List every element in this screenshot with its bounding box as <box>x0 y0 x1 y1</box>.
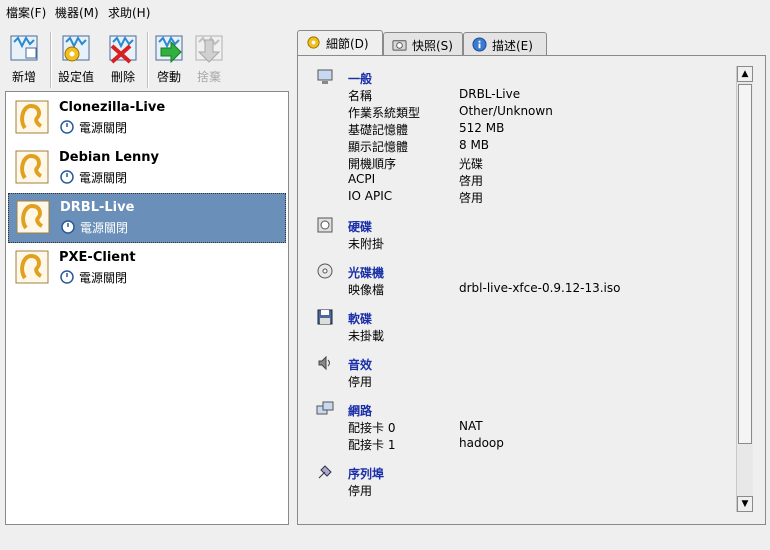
tab-description[interactable]: 描述(E) <box>463 32 547 55</box>
os-other-icon <box>15 250 49 284</box>
section-title: 音效 <box>348 358 373 372</box>
discard-button[interactable]: 捨棄 <box>185 30 233 88</box>
vm-state: 電源關閉 <box>79 121 128 135</box>
section-title: 軟碟 <box>348 312 373 326</box>
os-other-icon <box>16 200 50 234</box>
speaker-icon <box>318 355 330 371</box>
power-off-icon <box>61 220 75 234</box>
vm-list-item[interactable]: PXE-Client 電源關閉 <box>8 244 284 292</box>
new-button[interactable]: 新增 <box>0 30 48 88</box>
start-arrow-icon <box>155 35 183 64</box>
os-other-icon <box>15 100 49 134</box>
section-title: 序列埠 <box>348 467 385 481</box>
tab-snapshots[interactable]: 快照(S) <box>383 32 463 55</box>
camera-icon <box>392 40 407 51</box>
vm-name: DRBL-Live <box>60 200 135 215</box>
scroll-thumb[interactable] <box>738 84 752 444</box>
power-off-icon <box>60 170 74 184</box>
os-other-icon <box>15 150 49 184</box>
serial-port-icon <box>318 465 332 479</box>
network-icon <box>316 401 334 415</box>
tab-details-label: 細節(D) <box>326 37 369 51</box>
hard-disk-icon <box>317 217 333 233</box>
menubar: 檔案(F) 機器(M) 求助(H) <box>0 0 770 22</box>
toolbar: 新增 設定值 刪除 啓動 捨棄 <box>0 28 295 90</box>
details-panel: 一般 名稱 DRBL-Live 作業系統類型 Other/Unknown 基礎記憶體… <box>297 55 766 525</box>
delete-x-icon <box>109 35 137 64</box>
info-icon <box>472 37 487 52</box>
monitor-icon <box>317 69 333 84</box>
section-title: 一般 <box>348 72 373 86</box>
menu-machine[interactable]: 機器(M) <box>55 4 99 21</box>
new-vm-icon <box>10 35 38 61</box>
delete-button[interactable]: 刪除 <box>99 30 147 88</box>
menu-file[interactable]: 檔案(F) <box>6 4 46 21</box>
floppy-icon <box>317 309 333 325</box>
settings-gear-icon <box>62 35 90 62</box>
vm-state: 電源關閉 <box>79 271 128 285</box>
vm-name: PXE-Client <box>59 250 136 265</box>
section-title: 網路 <box>348 404 373 418</box>
settings-button-label: 設定值 <box>57 70 94 84</box>
vm-list-item-selected[interactable]: DRBL-Live 電源關閉 <box>8 193 286 243</box>
menu-help[interactable]: 求助(H) <box>108 4 150 21</box>
section-title: 光碟機 <box>348 266 385 280</box>
power-off-icon <box>60 120 74 134</box>
delete-button-label: 刪除 <box>110 70 135 84</box>
tab-description-label: 描述(E) <box>492 39 533 53</box>
gear-icon <box>307 36 320 49</box>
details-scrollbar[interactable]: ▲ ▼ <box>736 66 753 512</box>
new-button-label: 新增 <box>11 70 36 84</box>
discard-arrow-icon <box>195 35 223 63</box>
vm-list: Clonezilla-Live 電源關閉 Debian Lenny 電源關閉 D… <box>5 91 289 525</box>
tab-bar: 細節(D) 快照(S) 描述(E) <box>297 30 767 56</box>
discard-button-label: 捨棄 <box>196 70 221 84</box>
tab-details[interactable]: 細節(D) <box>297 30 383 56</box>
scroll-down-arrow-icon[interactable]: ▼ <box>737 496 753 512</box>
vm-list-item[interactable]: Debian Lenny 電源關閉 <box>8 144 284 192</box>
vm-state: 電源關閉 <box>80 221 129 235</box>
section-title: 硬碟 <box>348 220 373 234</box>
vm-list-item[interactable]: Clonezilla-Live 電源關閉 <box>8 94 284 142</box>
vm-name: Debian Lenny <box>59 150 160 165</box>
scroll-up-arrow-icon[interactable]: ▲ <box>737 66 753 82</box>
vm-name: Clonezilla-Live <box>59 100 166 115</box>
vm-state: 電源關閉 <box>79 171 128 185</box>
cd-icon <box>317 263 333 279</box>
tab-snapshots-label: 快照(S) <box>412 39 453 53</box>
settings-button[interactable]: 設定值 <box>52 30 100 88</box>
power-off-icon <box>60 270 74 284</box>
